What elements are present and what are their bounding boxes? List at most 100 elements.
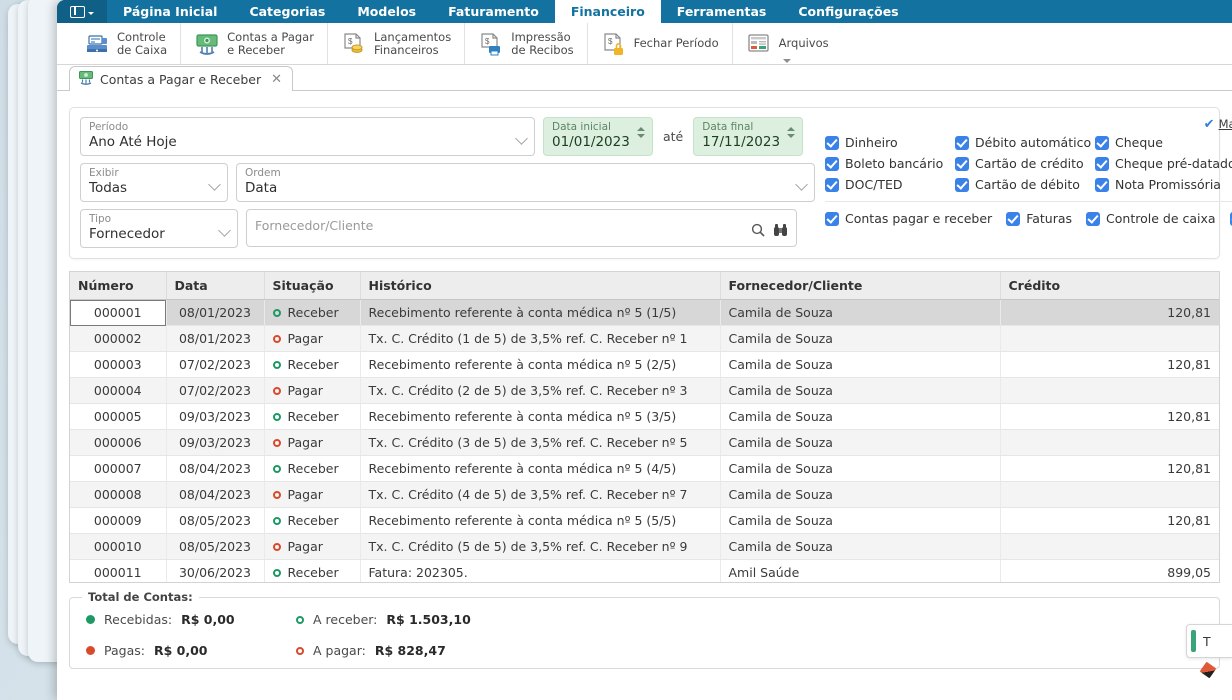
cell-fornecedor[interactable]: Camila de Souza xyxy=(720,507,1001,534)
cell-historico[interactable]: Recebimento referente à conta médica nº … xyxy=(360,455,721,482)
checkbox-contas-pagar-e-receber[interactable]: Contas pagar e receber xyxy=(825,211,992,226)
cell-fornecedor[interactable]: Camila de Souza xyxy=(720,533,1001,560)
ribbon-command-controle-de-caixa[interactable]: Controle de Caixa xyxy=(71,23,182,64)
cell-numero[interactable]: 000003 xyxy=(70,351,167,378)
cell-data[interactable]: 07/02/2023 xyxy=(166,351,265,378)
table-row[interactable]: 000004 07/02/2023 Pagar Tx. C. Crédito (2 d… xyxy=(70,377,1219,404)
fornecedor-cliente-input[interactable]: Fornecedor/Cliente xyxy=(246,209,797,247)
cell-situacao[interactable]: Receber xyxy=(264,507,361,534)
close-icon[interactable]: ✕ xyxy=(271,73,282,86)
column-header-situacao[interactable]: Situação xyxy=(264,272,361,300)
cell-historico[interactable]: Recebimento referente à conta médica nº … xyxy=(360,403,721,430)
cell-numero[interactable]: 000011 xyxy=(70,559,167,582)
cell-historico[interactable]: Recebimento referente à conta médica nº … xyxy=(360,299,721,326)
ribbon-command-fechar-periodo[interactable]: $ Fechar Período xyxy=(588,23,733,64)
table-row[interactable]: 000003 07/02/2023 Receber Recebimento refer… xyxy=(70,351,1219,378)
cell-situacao[interactable]: Pagar xyxy=(264,533,361,560)
tipo-select[interactable]: Tipo Fornecedor xyxy=(80,209,238,248)
cell-historico[interactable]: Recebimento referente à conta médica nº … xyxy=(360,351,721,378)
cell-historico[interactable]: Tx. C. Crédito (2 de 5) de 3,5% ref. C. … xyxy=(360,377,721,404)
checkbox-cheque-pre-datado[interactable]: Cheque pré-datado xyxy=(1095,156,1232,171)
cell-situacao[interactable]: Pagar xyxy=(264,429,361,456)
panel-menu-icon[interactable] xyxy=(57,0,107,23)
table-row[interactable]: 000010 08/05/2023 Pagar Tx. C. Crédito (5 d… xyxy=(70,533,1219,560)
cell-situacao[interactable]: Receber xyxy=(264,299,361,326)
cell-situacao[interactable]: Receber xyxy=(264,455,361,482)
binoculars-icon[interactable] xyxy=(773,222,788,236)
cell-situacao[interactable]: Pagar xyxy=(264,481,361,508)
ribbon-tab-modelos[interactable]: Modelos xyxy=(341,0,432,23)
ribbon-tab-financeiro[interactable]: Financeiro xyxy=(554,0,661,23)
ribbon-command-impressao-de-recibos[interactable]: $ Impressão de Recibos xyxy=(465,23,588,64)
ribbon-tab-faturamento[interactable]: Faturamento xyxy=(432,0,555,23)
table-row[interactable]: 000005 09/03/2023 Receber Recebimento refer… xyxy=(70,403,1219,430)
marcar-todos-link[interactable]: Marcar to xyxy=(1219,117,1232,131)
cell-numero[interactable]: 000009 xyxy=(70,507,167,534)
cell-fornecedor[interactable]: Camila de Souza xyxy=(720,299,1001,326)
checkbox-icon[interactable] xyxy=(1086,211,1101,226)
checkbox-icon[interactable] xyxy=(825,135,839,150)
cell-data[interactable]: 30/06/2023 xyxy=(166,559,265,582)
checkbox-icon[interactable] xyxy=(1006,211,1021,226)
cell-data[interactable]: 09/03/2023 xyxy=(166,403,265,430)
cell-credito[interactable] xyxy=(1000,481,1219,508)
checkbox-icon[interactable] xyxy=(1095,177,1109,192)
cell-situacao[interactable]: Pagar xyxy=(264,377,361,404)
cell-credito[interactable]: 120,81 xyxy=(1000,299,1219,326)
data-inicial-input[interactable]: Data inicial 01/01/2023 xyxy=(543,117,653,156)
ribbon-tab-ferramentas[interactable]: Ferramentas xyxy=(661,0,783,23)
column-header-data[interactable]: Data xyxy=(166,272,265,300)
cell-data[interactable]: 09/03/2023 xyxy=(166,429,265,456)
cell-credito[interactable]: 899,05 xyxy=(1000,559,1219,582)
cell-numero[interactable]: 000004 xyxy=(70,377,167,404)
ribbon-tab-pagina-inicial[interactable]: Página Inicial xyxy=(107,0,233,23)
cell-credito[interactable]: 120,81 xyxy=(1000,351,1219,378)
checkbox-icon[interactable] xyxy=(825,156,839,171)
data-inicial-stepper[interactable] xyxy=(637,127,645,138)
table-row[interactable]: 000002 08/01/2023 Pagar Tx. C. Crédito (1 d… xyxy=(70,325,1219,352)
checkbox-icon[interactable] xyxy=(955,177,969,192)
cell-credito[interactable] xyxy=(1000,533,1219,560)
table-row[interactable]: 000009 08/05/2023 Receber Recebimento refer… xyxy=(70,507,1219,534)
edge-action-button[interactable]: T xyxy=(1186,624,1232,658)
checkbox-icon[interactable] xyxy=(1095,156,1109,171)
cell-fornecedor[interactable]: Camila de Souza xyxy=(720,481,1001,508)
cell-credito[interactable] xyxy=(1000,429,1219,456)
cell-fornecedor[interactable]: Camila de Souza xyxy=(720,429,1001,456)
cell-data[interactable]: 08/01/2023 xyxy=(166,299,265,326)
cell-fornecedor[interactable]: Camila de Souza xyxy=(720,403,1001,430)
cell-data[interactable]: 07/02/2023 xyxy=(166,377,265,404)
exibir-select[interactable]: Exibir Todas xyxy=(80,163,228,202)
cell-data[interactable]: 08/04/2023 xyxy=(166,481,265,508)
cell-credito[interactable] xyxy=(1000,377,1219,404)
checkbox-cartao-de-debito[interactable]: Cartão de débito xyxy=(955,177,1095,192)
chevron-down-icon[interactable] xyxy=(783,59,792,63)
cell-data[interactable]: 08/05/2023 xyxy=(166,533,265,560)
column-header-historico[interactable]: Histórico xyxy=(360,272,721,300)
cell-data[interactable]: 08/05/2023 xyxy=(166,507,265,534)
cell-data[interactable]: 08/04/2023 xyxy=(166,455,265,482)
checkbox-icon[interactable] xyxy=(955,156,969,171)
cell-credito[interactable]: 120,81 xyxy=(1000,507,1219,534)
cell-credito[interactable]: 120,81 xyxy=(1000,455,1219,482)
table-row[interactable]: 000007 08/04/2023 Receber Recebimento refer… xyxy=(70,455,1219,482)
ribbon-command-arquivos[interactable]: Arquivos xyxy=(733,23,842,64)
cell-credito[interactable]: 120,81 xyxy=(1000,403,1219,430)
checkbox-icon[interactable] xyxy=(955,135,969,150)
cell-historico[interactable]: Tx. C. Crédito (3 de 5) de 3,5% ref. C. … xyxy=(360,429,721,456)
cell-historico[interactable]: Tx. C. Crédito (1 de 5) de 3,5% ref. C. … xyxy=(360,325,721,352)
cell-historico[interactable]: Recebimento referente à conta médica nº … xyxy=(360,507,721,534)
ribbon-command-contas-a-pagar-e-receber[interactable]: Contas a Pagar e Receber xyxy=(181,23,328,64)
checkbox-icon[interactable] xyxy=(825,211,839,226)
cell-numero[interactable]: 000006 xyxy=(70,429,167,456)
table-row[interactable]: 000006 09/03/2023 Pagar Tx. C. Crédito (3 d… xyxy=(70,429,1219,456)
checkbox-doc-ted[interactable]: DOC/TED xyxy=(825,177,955,192)
ribbon-command-lancamentos-financeiros[interactable]: $ Lançamentos Financeiros xyxy=(328,23,466,64)
cell-historico[interactable]: Tx. C. Crédito (4 de 5) de 3,5% ref. C. … xyxy=(360,481,721,508)
document-tab-contas-a-pagar-e-receber[interactable]: Contas a Pagar e Receber ✕ xyxy=(69,66,294,91)
cell-numero[interactable]: 000008 xyxy=(70,481,167,508)
table-row[interactable]: 000011 30/06/2023 Receber Fatura: 202305. Am… xyxy=(70,559,1219,582)
accounts-grid[interactable]: Número Data Situação Histórico Fornecedo… xyxy=(69,271,1220,583)
checkbox-icon[interactable] xyxy=(1095,135,1109,150)
checkbox-cartao-de-credito[interactable]: Cartão de crédito xyxy=(955,156,1095,171)
